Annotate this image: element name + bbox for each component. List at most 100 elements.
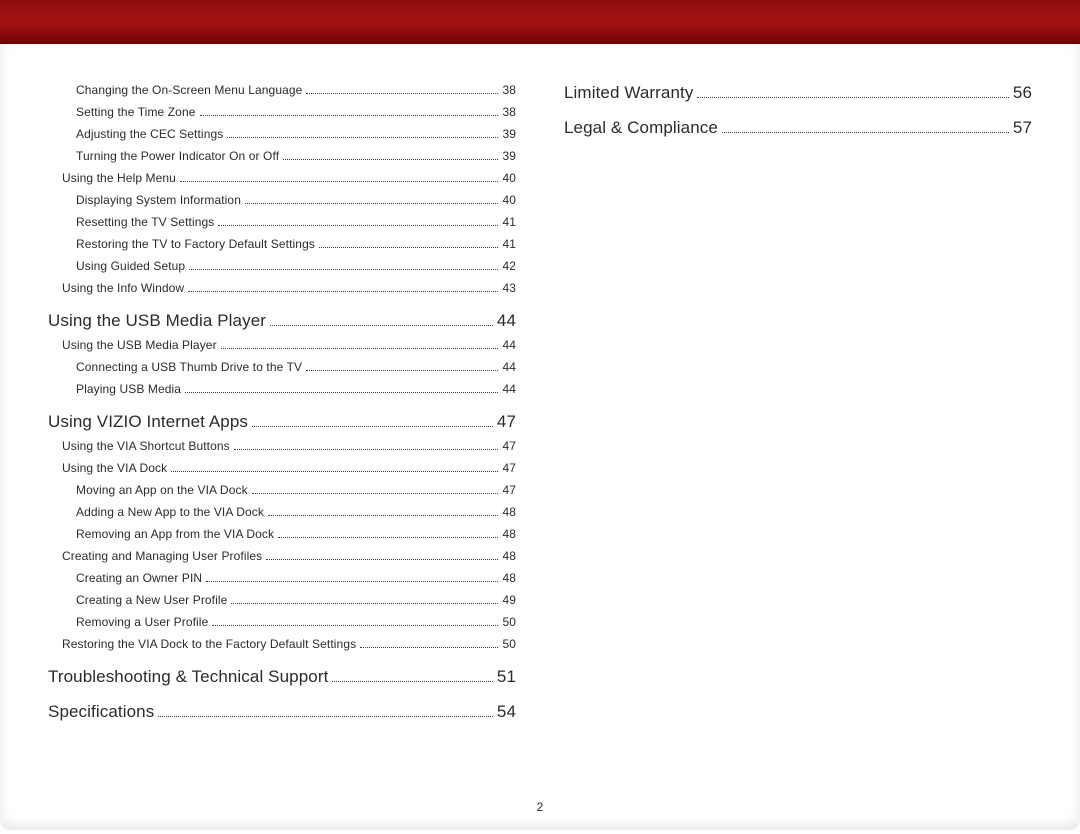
- toc-entry-label: Connecting a USB Thumb Drive to the TV: [76, 361, 302, 373]
- toc-entry-page: 41: [502, 238, 516, 250]
- document-page: Changing the On-Screen Menu Language 38 Se…: [0, 44, 1080, 830]
- toc-leader-dots: [360, 647, 498, 648]
- toc-entry: Using the Info Window 43: [48, 282, 516, 294]
- toc-entry-label: Limited Warranty: [564, 84, 693, 101]
- toc-entry-label: Adjusting the CEC Settings: [76, 128, 223, 140]
- toc-leader-dots: [158, 716, 493, 717]
- toc-entry-page: 43: [502, 282, 516, 294]
- toc-leader-dots: [332, 681, 492, 682]
- toc-entry-label: Using VIZIO Internet Apps: [48, 413, 248, 430]
- toc-entry: Using Guided Setup42: [48, 260, 516, 272]
- toc-entry: Playing USB Media44: [48, 383, 516, 395]
- toc-entry-page: 56: [1013, 84, 1032, 101]
- toc-entry: Using the Help Menu40: [48, 172, 516, 184]
- toc-entry-page: 39: [502, 150, 516, 162]
- toc-entry: Using the USB Media Player 44: [48, 339, 516, 351]
- toc-leader-dots: [171, 471, 498, 472]
- toc-leader-dots: [206, 581, 498, 582]
- toc-entry-page: 48: [502, 506, 516, 518]
- toc-entry-label: Setting the Time Zone: [76, 106, 196, 118]
- toc-entry: Restoring the VIA Dock to the Factory De…: [48, 638, 516, 650]
- toc-entry: Turning the Power Indicator On or Off 39: [48, 150, 516, 162]
- toc-leader-dots: [306, 93, 498, 94]
- toc-leader-dots: [231, 603, 498, 604]
- toc-entry-label: Resetting the TV Settings: [76, 216, 214, 228]
- toc-entry: Limited Warranty 56: [564, 84, 1032, 101]
- toc-column-left: Changing the On-Screen Menu Language 38 Se…: [48, 84, 516, 730]
- toc-entry: Moving an App on the VIA Dock 47: [48, 484, 516, 496]
- toc-entry-page: 44: [502, 339, 516, 351]
- toc-leader-dots: [234, 449, 499, 450]
- toc-leader-dots: [200, 115, 499, 116]
- toc-leader-dots: [221, 348, 499, 349]
- toc-entry-label: Displaying System Information: [76, 194, 241, 206]
- toc-entry: Creating an Owner PIN48: [48, 572, 516, 584]
- toc-entry-page: 40: [502, 194, 516, 206]
- toc-leader-dots: [268, 515, 498, 516]
- toc-entry: Using the VIA Dock47: [48, 462, 516, 474]
- toc-leader-dots: [180, 181, 498, 182]
- toc-entry: Using the USB Media Player44: [48, 312, 516, 329]
- app-frame: Changing the On-Screen Menu Language 38 Se…: [0, 0, 1080, 834]
- toc-entry-page: 47: [502, 462, 516, 474]
- toc-entry-label: Removing a User Profile: [76, 616, 208, 628]
- toc-leader-dots: [306, 370, 498, 371]
- toc-entry-label: Turning the Power Indicator On or Off: [76, 150, 279, 162]
- toc-entry: Restoring the TV to Factory Default Sett…: [48, 238, 516, 250]
- toc-leader-dots: [188, 291, 498, 292]
- toc-entry: Changing the On-Screen Menu Language 38: [48, 84, 516, 96]
- toc-entry: Adjusting the CEC Settings 39: [48, 128, 516, 140]
- toc-entry-label: Using the Info Window: [62, 282, 184, 294]
- toc-entry: Troubleshooting & Technical Support 51: [48, 668, 516, 685]
- toc-entry-label: Changing the On-Screen Menu Language: [76, 84, 302, 96]
- toc-entry-label: Troubleshooting & Technical Support: [48, 668, 328, 685]
- toc-leader-dots: [270, 325, 493, 326]
- toc-entry-page: 54: [497, 703, 516, 720]
- toc-leader-dots: [278, 537, 498, 538]
- toc-entry-page: 44: [502, 383, 516, 395]
- toc-entry: Displaying System Information 40: [48, 194, 516, 206]
- toc-leader-dots: [218, 225, 498, 226]
- toc-entry: Using VIZIO Internet Apps47: [48, 413, 516, 430]
- toc-entry-page: 50: [502, 616, 516, 628]
- toc-entry-label: Removing an App from the VIA Dock: [76, 528, 274, 540]
- toc-column-right: Limited Warranty 56 Legal & Compliance57: [564, 84, 1032, 730]
- toc-entry-page: 41: [502, 216, 516, 228]
- toc-entry: Removing a User Profile 50: [48, 616, 516, 628]
- toc-entry-label: Moving an App on the VIA Dock: [76, 484, 248, 496]
- toc-entry-page: 50: [502, 638, 516, 650]
- toc-entry-label: Restoring the VIA Dock to the Factory De…: [62, 638, 356, 650]
- toc-entry: Removing an App from the VIA Dock 48: [48, 528, 516, 540]
- toc-columns: Changing the On-Screen Menu Language 38 Se…: [48, 84, 1032, 730]
- toc-entry-page: 44: [502, 361, 516, 373]
- toc-entry: Connecting a USB Thumb Drive to the TV 44: [48, 361, 516, 373]
- toc-leader-dots: [245, 203, 498, 204]
- toc-entry-label: Using the VIA Shortcut Buttons: [62, 440, 230, 452]
- toc-leader-dots: [252, 493, 499, 494]
- toc-leader-dots: [227, 137, 498, 138]
- toc-entry-label: Using the Help Menu: [62, 172, 176, 184]
- toc-leader-dots: [319, 247, 498, 248]
- toc-entry-page: 39: [502, 128, 516, 140]
- toc-entry-page: 38: [502, 84, 516, 96]
- toc-entry-page: 51: [497, 668, 516, 685]
- toc-entry-label: Using the USB Media Player: [48, 312, 266, 329]
- toc-entry-label: Using the USB Media Player: [62, 339, 217, 351]
- toc-entry-label: Creating an Owner PIN: [76, 572, 202, 584]
- toc-entry-page: 47: [502, 484, 516, 496]
- toc-leader-dots: [266, 559, 498, 560]
- toc-leader-dots: [212, 625, 498, 626]
- toc-entry-label: Legal & Compliance: [564, 119, 718, 136]
- toc-entry-label: Adding a New App to the VIA Dock: [76, 506, 264, 518]
- toc-leader-dots: [189, 269, 498, 270]
- toc-leader-dots: [252, 426, 493, 427]
- toc-entry: Resetting the TV Settings 41: [48, 216, 516, 228]
- toc-entry: Legal & Compliance57: [564, 119, 1032, 136]
- toc-entry: Adding a New App to the VIA Dock 48: [48, 506, 516, 518]
- toc-entry-page: 48: [502, 550, 516, 562]
- toc-entry-page: 47: [502, 440, 516, 452]
- toc-entry-page: 48: [502, 528, 516, 540]
- toc-entry: Setting the Time Zone38: [48, 106, 516, 118]
- toc-entry: Creating and Managing User Profiles48: [48, 550, 516, 562]
- page-number: 2: [0, 800, 1080, 814]
